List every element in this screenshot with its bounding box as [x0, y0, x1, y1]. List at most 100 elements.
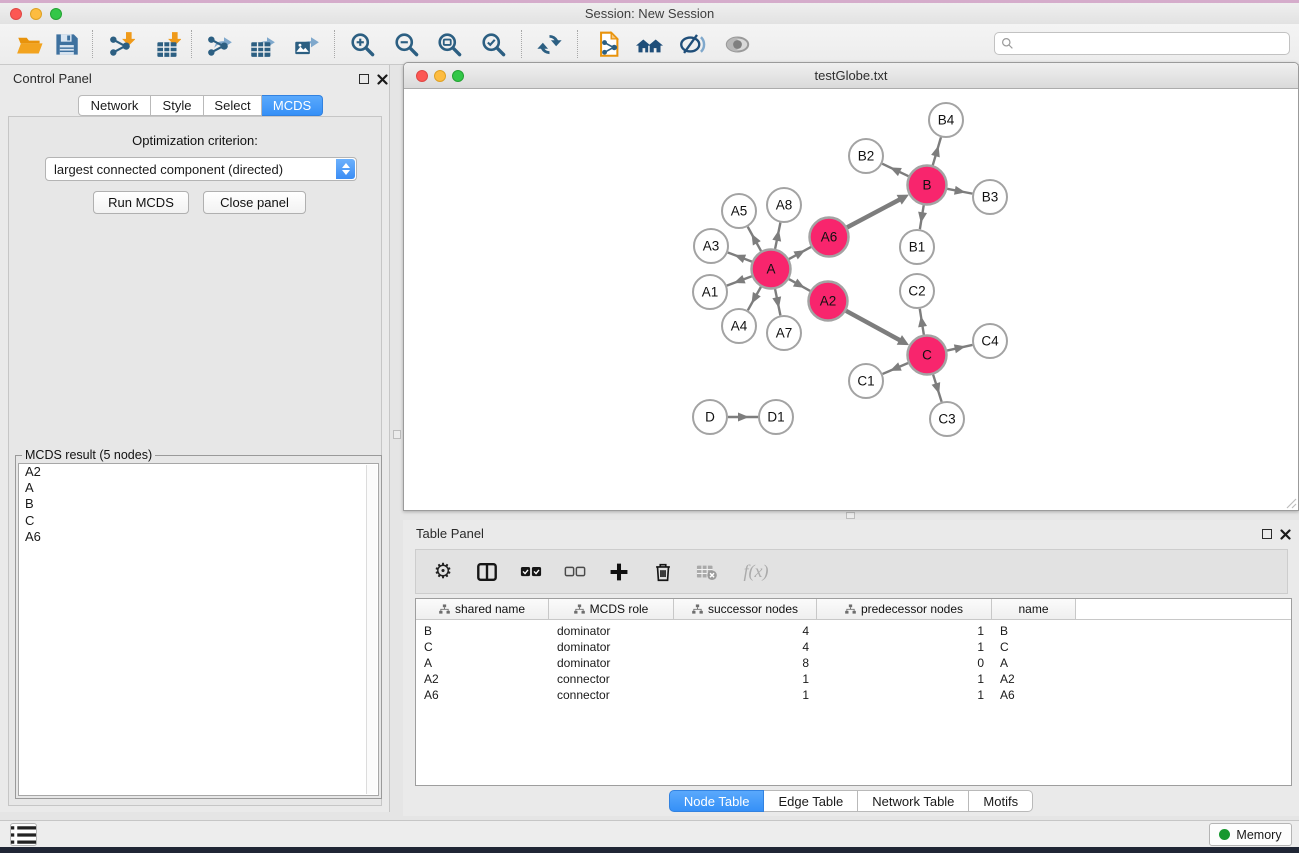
close-panel-button[interactable]: Close panel: [203, 191, 306, 214]
graphics-details-button[interactable]: [673, 27, 711, 61]
add-row-button[interactable]: [604, 557, 634, 587]
tab-edge-table[interactable]: Edge Table: [764, 790, 858, 812]
select-all-button[interactable]: [516, 557, 546, 587]
tab-mcds[interactable]: MCDS: [262, 95, 323, 116]
zoom-selected-button[interactable]: [474, 27, 512, 61]
task-history-button[interactable]: [10, 823, 37, 846]
table-cell[interactable]: 1: [674, 688, 817, 702]
tab-select[interactable]: Select: [204, 95, 262, 116]
table-cell[interactable]: 1: [817, 688, 992, 702]
table-cell[interactable]: B: [416, 624, 549, 638]
table-cell[interactable]: connector: [549, 672, 674, 686]
search-box[interactable]: [994, 32, 1290, 55]
tab-node-table[interactable]: Node Table: [669, 790, 765, 812]
table-cell[interactable]: A: [416, 656, 549, 670]
table-row[interactable]: Adominator80A: [416, 655, 1291, 671]
result-item[interactable]: A: [19, 480, 378, 496]
result-item[interactable]: B: [19, 496, 378, 512]
memory-button[interactable]: Memory: [1209, 823, 1292, 846]
table-cell[interactable]: 1: [817, 672, 992, 686]
eye-button[interactable]: [718, 27, 756, 61]
graph-edge[interactable]: [846, 311, 902, 342]
table-cell[interactable]: 8: [674, 656, 817, 670]
toolbar-separator: [92, 30, 93, 58]
tab-network[interactable]: Network: [78, 95, 151, 116]
table-row[interactable]: Cdominator41C: [416, 639, 1291, 655]
table-cell[interactable]: A6: [416, 688, 549, 702]
table-cell[interactable]: dominator: [549, 624, 674, 638]
home-button[interactable]: [630, 27, 668, 61]
table-cell[interactable]: 0: [817, 656, 992, 670]
export-network-button[interactable]: [200, 27, 238, 61]
table-cell[interactable]: 1: [817, 624, 992, 638]
network-canvas[interactable]: B4B2BB3A8A5A6A3B1AA1C2A2A4A7C4CC1C3DD1: [404, 89, 1298, 510]
layout-refresh-button[interactable]: [530, 27, 568, 61]
horizontal-split-handle[interactable]: [846, 512, 855, 519]
table-cell[interactable]: 1: [674, 672, 817, 686]
vertical-split-handle[interactable]: [393, 430, 401, 439]
table-cell[interactable]: C: [992, 640, 1076, 654]
export-table-button[interactable]: [243, 27, 281, 61]
column-header-shared-name[interactable]: shared name: [416, 599, 549, 619]
table-cell[interactable]: A2: [992, 672, 1076, 686]
result-item[interactable]: C: [19, 513, 378, 529]
function-builder-button[interactable]: f(x): [736, 557, 776, 587]
column-header-MCDS-role[interactable]: MCDS role: [549, 599, 674, 619]
tab-network-table[interactable]: Network Table: [858, 790, 969, 812]
table-cell[interactable]: 4: [674, 624, 817, 638]
node-label: A: [766, 262, 775, 277]
home-icon: [636, 31, 663, 58]
zoom-in-button[interactable]: [343, 27, 381, 61]
open-session-button[interactable]: [10, 27, 48, 61]
zoom-fit-button[interactable]: [430, 27, 468, 61]
table-cell[interactable]: 1: [817, 640, 992, 654]
list-icon: [11, 825, 36, 845]
import-table-button[interactable]: [148, 27, 186, 61]
table-cell[interactable]: B: [992, 624, 1076, 638]
column-header-name[interactable]: name: [992, 599, 1076, 619]
table-cell[interactable]: dominator: [549, 640, 674, 654]
column-header-predecessor-nodes[interactable]: predecessor nodes: [817, 599, 992, 619]
new-network-file-button[interactable]: [590, 27, 628, 61]
delete-table-button[interactable]: [692, 557, 722, 587]
network-graph[interactable]: B4B2BB3A8A5A6A3B1AA1C2A2A4A7C4CC1C3DD1: [404, 89, 1298, 510]
zoom-out-button[interactable]: [387, 27, 425, 61]
table-cell[interactable]: C: [416, 640, 549, 654]
result-item[interactable]: A2: [19, 464, 378, 480]
delete-row-button[interactable]: [648, 557, 678, 587]
table-cell[interactable]: A2: [416, 672, 549, 686]
network-window-titlebar[interactable]: testGlobe.txt: [404, 63, 1298, 89]
close-panel-icon[interactable]: [377, 73, 388, 84]
tab-style[interactable]: Style: [151, 95, 204, 116]
float-panel-icon[interactable]: [359, 74, 369, 84]
export-image-button[interactable]: [287, 27, 325, 61]
criterion-value: largest connected component (directed): [54, 162, 283, 177]
table-cell[interactable]: connector: [549, 688, 674, 702]
mcds-panel: Optimization criterion: largest connecte…: [8, 116, 382, 806]
table-row[interactable]: A6connector11A6: [416, 687, 1291, 703]
search-input[interactable]: [1014, 34, 1289, 53]
resize-grip-icon[interactable]: [1285, 497, 1297, 509]
tab-motifs[interactable]: Motifs: [969, 790, 1033, 812]
table-row[interactable]: A2connector11A2: [416, 671, 1291, 687]
table-cell[interactable]: A6: [992, 688, 1076, 702]
import-network-button[interactable]: [102, 27, 140, 61]
gear-button[interactable]: ⚙: [428, 557, 458, 587]
run-mcds-button[interactable]: Run MCDS: [93, 191, 189, 214]
graph-edge[interactable]: [847, 198, 902, 227]
result-item[interactable]: A6: [19, 529, 378, 545]
save-session-button[interactable]: [47, 27, 85, 61]
deselect-all-button[interactable]: [560, 557, 590, 587]
columns-button[interactable]: [472, 557, 502, 587]
table-row[interactable]: Bdominator41B: [416, 623, 1291, 639]
table-float-panel-icon[interactable]: [1262, 529, 1272, 539]
column-header-successor-nodes[interactable]: successor nodes: [674, 599, 817, 619]
table-cell[interactable]: 4: [674, 640, 817, 654]
table-close-panel-icon[interactable]: [1280, 528, 1291, 539]
criterion-dropdown[interactable]: largest connected component (directed): [45, 157, 357, 181]
table-cell[interactable]: A: [992, 656, 1076, 670]
control-panel-title: Control Panel: [13, 71, 92, 86]
result-scrollbar[interactable]: [366, 465, 377, 794]
table-cell[interactable]: dominator: [549, 656, 674, 670]
memory-status-icon: [1219, 829, 1230, 840]
